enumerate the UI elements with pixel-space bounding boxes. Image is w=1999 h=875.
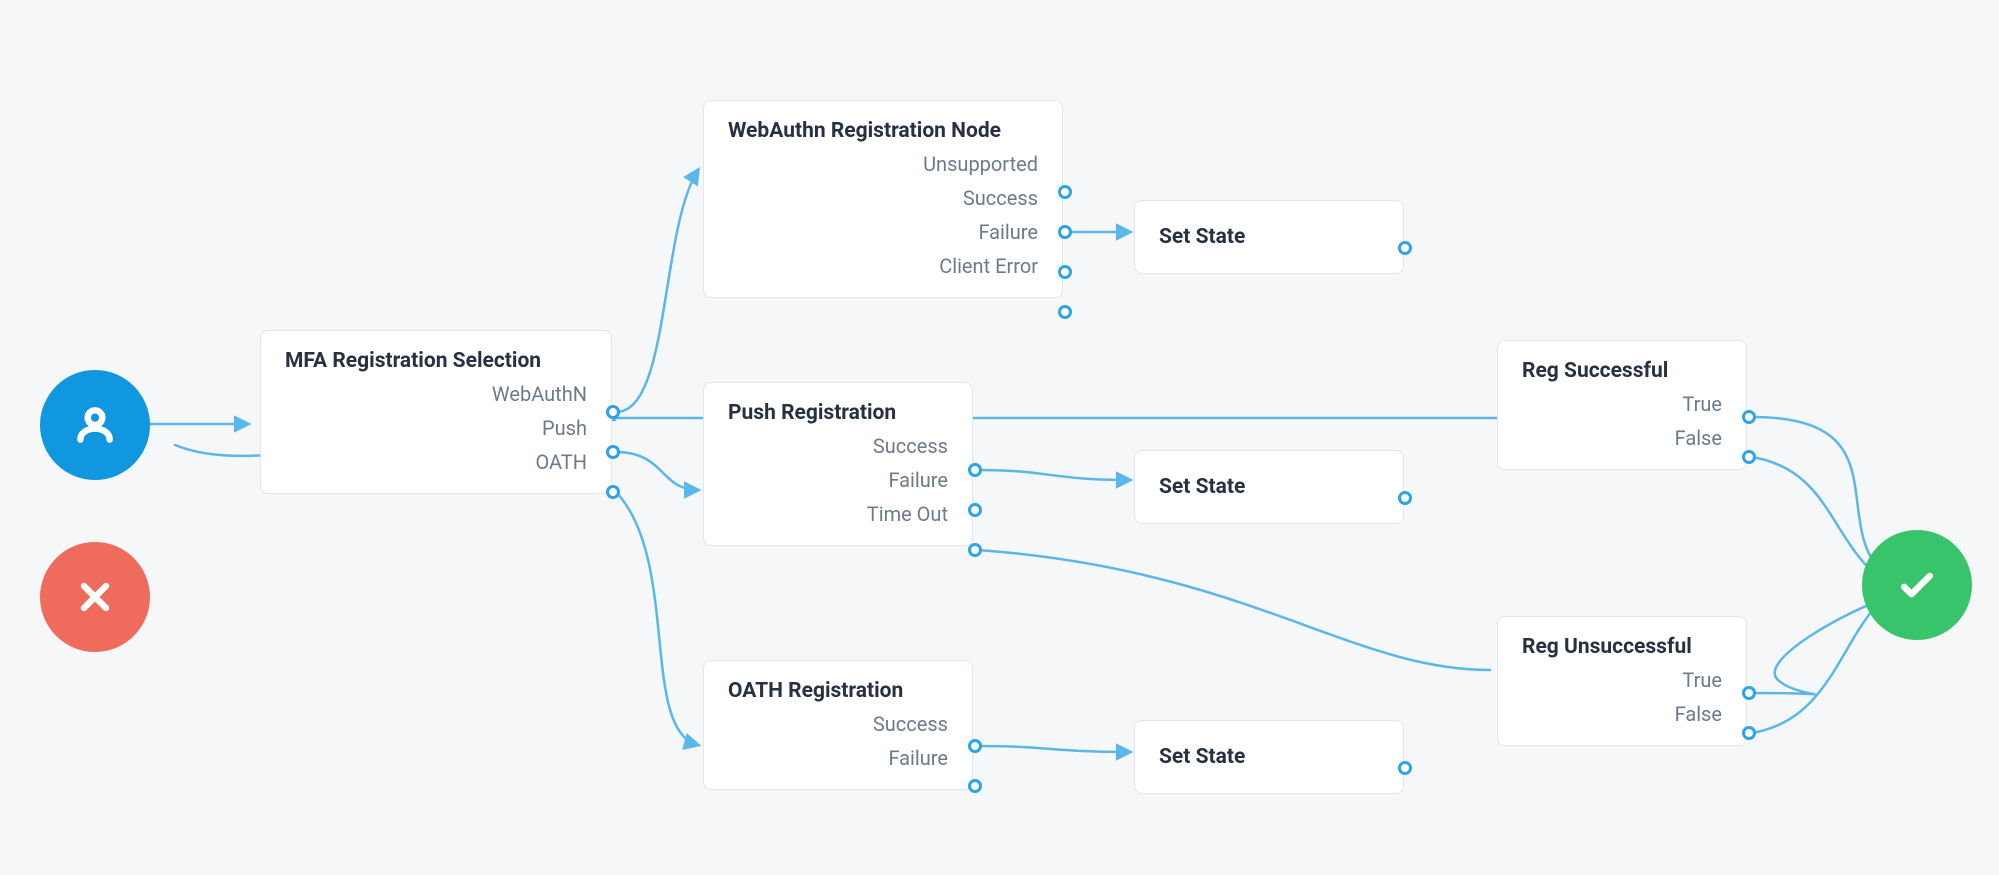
node-title: Reg Unsuccessful [1522, 635, 1722, 659]
output-port[interactable] [1742, 726, 1756, 740]
node-title: WebAuthn Registration Node [728, 119, 1038, 143]
node-output[interactable]: Failure [978, 219, 1038, 245]
person-icon [73, 403, 117, 447]
node-title: Reg Successful [1522, 359, 1722, 383]
output-port[interactable] [1398, 761, 1412, 775]
node-output[interactable]: Time Out [867, 501, 948, 527]
output-port[interactable] [606, 405, 620, 419]
node-title: Set State [1159, 225, 1379, 249]
node-output[interactable]: Failure [888, 467, 948, 493]
node-set-state[interactable]: Set State [1134, 720, 1404, 794]
output-port[interactable] [1058, 225, 1072, 239]
node-output[interactable]: Success [873, 433, 948, 459]
node-title: Set State [1159, 475, 1379, 499]
output-port[interactable] [968, 739, 982, 753]
output-port[interactable] [1058, 265, 1072, 279]
node-output[interactable]: Client Error [939, 253, 1038, 279]
node-set-state[interactable]: Set State [1134, 200, 1404, 274]
start-node[interactable] [40, 370, 150, 480]
node-output[interactable]: OATH [535, 449, 587, 475]
node-output[interactable]: WebAuthN [492, 381, 587, 407]
node-output[interactable]: False [1675, 425, 1722, 451]
output-port[interactable] [606, 485, 620, 499]
node-output[interactable]: Unsupported [923, 151, 1038, 177]
node-oath-registration[interactable]: OATH Registration Success Failure [703, 660, 973, 790]
node-set-state[interactable]: Set State [1134, 450, 1404, 524]
output-port[interactable] [606, 445, 620, 459]
node-output[interactable]: Push [542, 415, 587, 441]
node-output[interactable]: False [1675, 701, 1722, 727]
success-terminal[interactable] [1862, 530, 1972, 640]
node-output[interactable]: Success [873, 711, 948, 737]
node-output[interactable]: True [1682, 391, 1722, 417]
output-port[interactable] [1058, 185, 1072, 199]
output-port[interactable] [1398, 491, 1412, 505]
output-port[interactable] [1742, 686, 1756, 700]
node-output[interactable]: True [1682, 667, 1722, 693]
output-port[interactable] [968, 543, 982, 557]
node-push-registration[interactable]: Push Registration Success Failure Time O… [703, 382, 973, 546]
node-title: Push Registration [728, 401, 948, 425]
failure-terminal[interactable] [40, 542, 150, 652]
output-port[interactable] [968, 503, 982, 517]
output-port[interactable] [1058, 305, 1072, 319]
node-title: MFA Registration Selection [285, 349, 587, 373]
node-output[interactable]: Failure [888, 745, 948, 771]
output-port[interactable] [1398, 241, 1412, 255]
node-mfa-registration-selection[interactable]: MFA Registration Selection WebAuthN Push… [260, 330, 612, 494]
node-title: OATH Registration [728, 679, 948, 703]
check-icon [1895, 563, 1939, 607]
x-icon [73, 575, 117, 619]
output-port[interactable] [1742, 410, 1756, 424]
node-title: Set State [1159, 745, 1379, 769]
flow-canvas: MFA Registration Selection WebAuthN Push… [0, 0, 1999, 875]
output-port[interactable] [968, 779, 982, 793]
output-port[interactable] [968, 463, 982, 477]
output-port[interactable] [1742, 450, 1756, 464]
node-webauthn-registration[interactable]: WebAuthn Registration Node Unsupported S… [703, 100, 1063, 298]
node-output[interactable]: Success [963, 185, 1038, 211]
node-reg-unsuccessful[interactable]: Reg Unsuccessful True False [1497, 616, 1747, 746]
node-reg-successful[interactable]: Reg Successful True False [1497, 340, 1747, 470]
